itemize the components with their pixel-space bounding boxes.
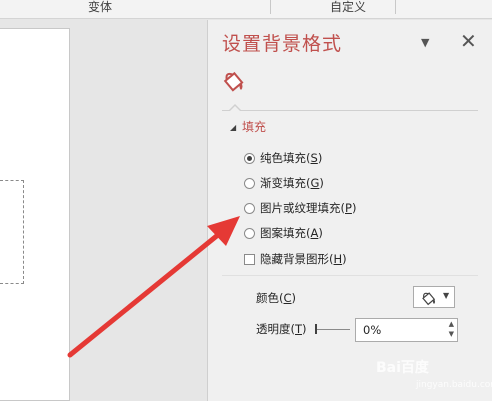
radio-button[interactable] [244, 153, 255, 164]
watermark-url: jingyan.baidu.com [416, 380, 492, 390]
ribbon-group-customize: 自定义 [330, 0, 367, 14]
paint-bucket-icon[interactable] [222, 68, 246, 94]
checkbox-label: 隐藏背景图形(H) [260, 252, 347, 266]
color-label: 颜色(C) [256, 291, 297, 305]
transparency-slider-thumb[interactable] [315, 324, 317, 334]
watermark-logo: Bai百度 [376, 360, 429, 376]
ribbon-divider [270, 0, 271, 14]
spin-up-icon[interactable]: ▲ [449, 320, 454, 328]
tab-underline [222, 110, 478, 111]
color-picker-button[interactable]: ▼ [413, 286, 455, 308]
chevron-down-icon: ▼ [443, 291, 450, 300]
collapse-caret-icon[interactable]: ◢ [230, 123, 236, 132]
slide-placeholder[interactable] [0, 180, 24, 284]
transparency-slider-track[interactable] [316, 329, 350, 330]
close-icon[interactable]: ✕ [460, 30, 477, 52]
ribbon-group-variants: 变体 [88, 0, 113, 14]
radio-button[interactable] [244, 178, 255, 189]
checkbox[interactable] [244, 254, 255, 265]
radio-label: 图片或纹理填充(P) [260, 201, 357, 215]
transparency-spinbox[interactable]: 0% ▲ ▼ [355, 318, 458, 342]
transparency-value[interactable]: 0% [363, 322, 381, 338]
ribbon-divider [395, 0, 396, 14]
divider [222, 275, 478, 276]
radio-label: 渐变填充(G) [260, 176, 324, 190]
radio-label: 纯色填充(S) [260, 151, 323, 165]
ribbon-strip [0, 0, 492, 19]
section-header-fill[interactable]: 填充 [242, 119, 266, 135]
radio-button[interactable] [244, 228, 255, 239]
pane-title: 设置背景格式 [222, 33, 343, 55]
spin-down-icon[interactable]: ▼ [449, 330, 454, 338]
chevron-down-icon[interactable]: ▼ [421, 36, 429, 49]
radio-button[interactable] [244, 203, 255, 214]
transparency-label: 透明度(T) [256, 322, 307, 336]
radio-label: 图案填充(A) [260, 226, 323, 240]
paint-bucket-icon [421, 290, 437, 306]
radio-selected-dot [247, 156, 252, 161]
